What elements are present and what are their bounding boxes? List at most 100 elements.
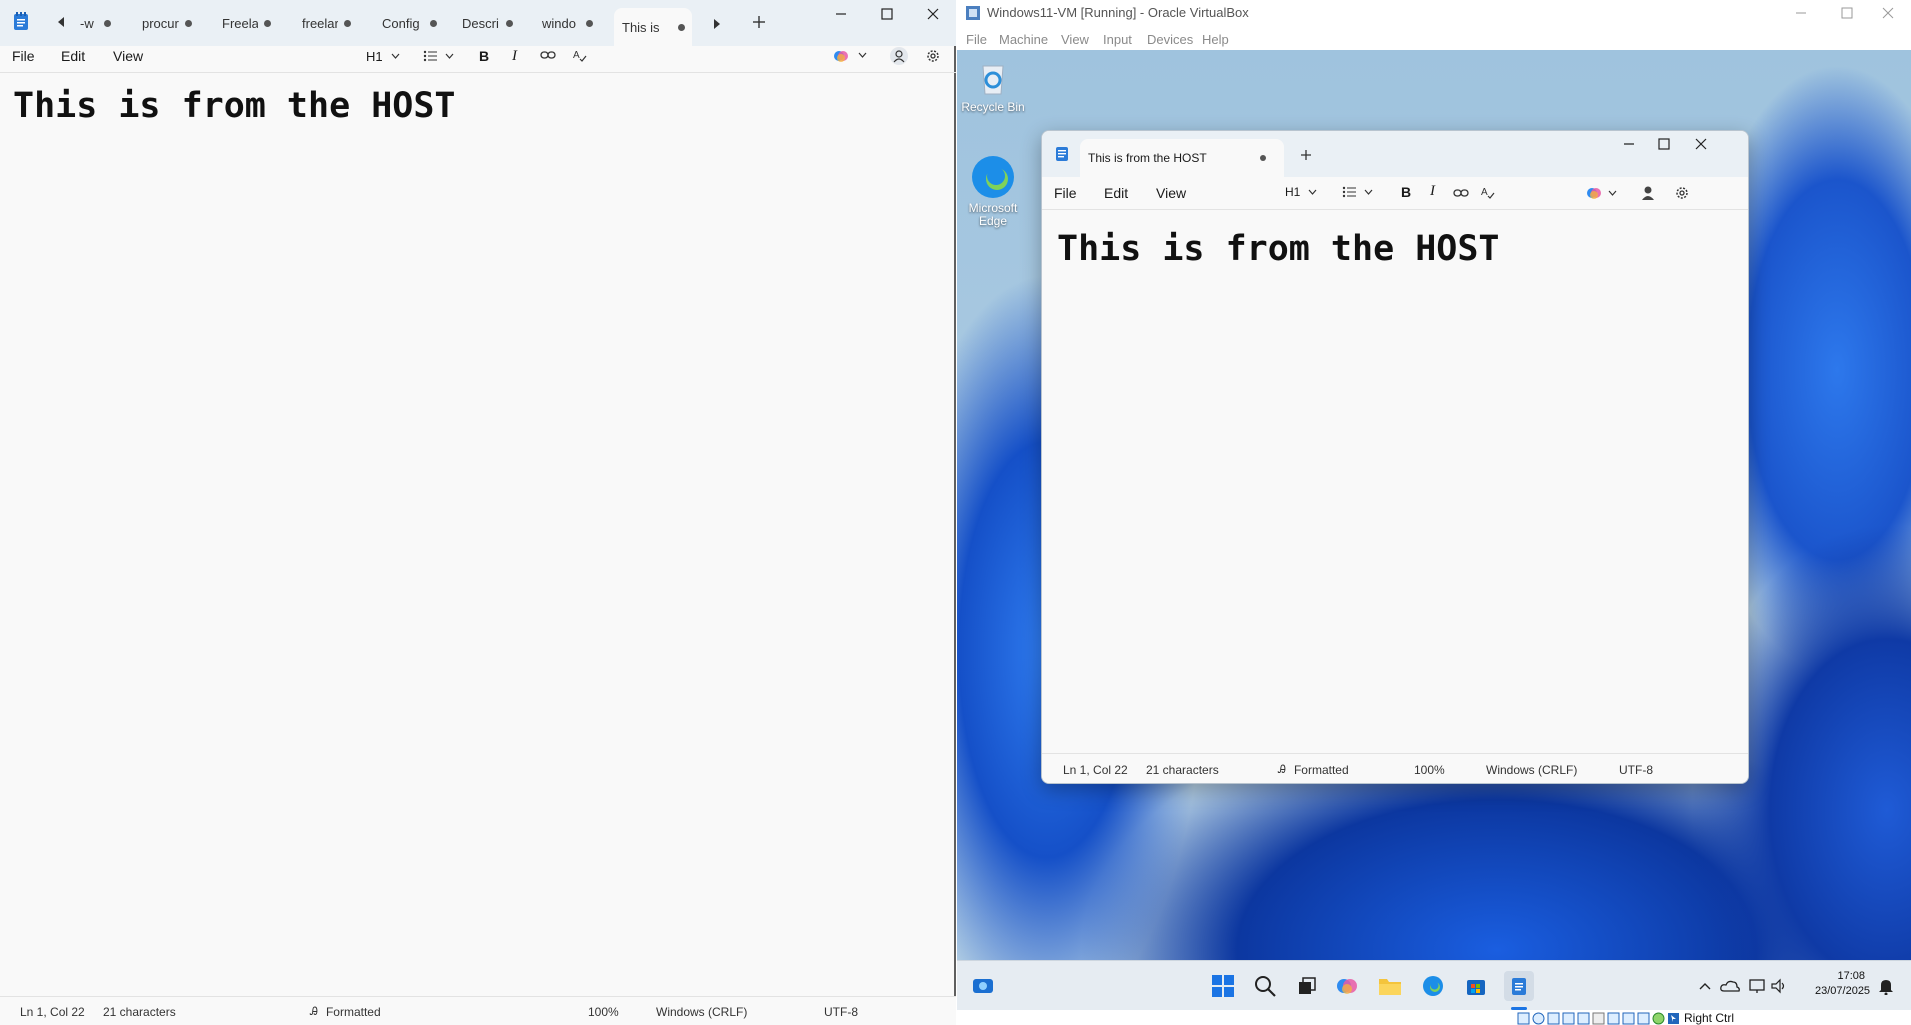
new-tab-icon[interactable] bbox=[1300, 149, 1312, 161]
link-icon[interactable] bbox=[1453, 187, 1469, 199]
unsaved-dot-icon[interactable] bbox=[430, 19, 437, 27]
heading-dropdown[interactable]: H1 bbox=[366, 46, 400, 66]
tab-item[interactable]: Descri bbox=[462, 8, 513, 38]
audio-icon[interactable] bbox=[1547, 1012, 1560, 1025]
vbox-menu-machine[interactable]: Machine bbox=[999, 32, 1048, 47]
format-toggle[interactable]: Ꭿ Formatted bbox=[1278, 763, 1349, 777]
bold-button[interactable]: B bbox=[1401, 184, 1411, 200]
optical-drive-icon[interactable] bbox=[1532, 1012, 1545, 1025]
tab-item-active[interactable]: This is from the HOST bbox=[1080, 139, 1284, 177]
status-line-ending[interactable]: Windows (CRLF) bbox=[1486, 763, 1577, 777]
hard-disk-icon[interactable] bbox=[1517, 1012, 1530, 1025]
status-encoding[interactable]: UTF-8 bbox=[1619, 763, 1653, 777]
mouse-integration-icon[interactable] bbox=[1667, 1012, 1680, 1025]
heading-dropdown[interactable]: H1 bbox=[1285, 185, 1317, 199]
desktop-icon-edge[interactable]: Microsoft Edge bbox=[957, 154, 1029, 228]
list-dropdown[interactable] bbox=[1342, 186, 1373, 198]
italic-button[interactable]: I bbox=[1430, 183, 1435, 200]
edge-icon[interactable] bbox=[1418, 971, 1448, 1001]
close-icon[interactable] bbox=[910, 0, 956, 28]
unsaved-dot-icon[interactable] bbox=[185, 19, 192, 27]
copilot-icon[interactable] bbox=[1332, 971, 1362, 1001]
minimize-icon[interactable] bbox=[1623, 138, 1635, 150]
widgets-icon[interactable] bbox=[968, 971, 998, 1001]
tab-item[interactable]: procur bbox=[142, 8, 192, 38]
tab-item[interactable]: Config bbox=[382, 8, 437, 38]
task-view-icon[interactable] bbox=[1292, 971, 1322, 1001]
maximize-icon[interactable] bbox=[1824, 0, 1870, 27]
menu-file[interactable]: File bbox=[1054, 185, 1077, 201]
menu-view[interactable]: View bbox=[1156, 185, 1186, 201]
vbox-menu-help[interactable]: Help bbox=[1202, 32, 1229, 47]
tab-item-active[interactable]: This is bbox=[614, 8, 692, 46]
menu-edit[interactable]: Edit bbox=[1104, 185, 1128, 201]
menu-view[interactable]: View bbox=[113, 48, 143, 64]
vbox-menu-view[interactable]: View bbox=[1061, 32, 1089, 47]
recording-icon[interactable] bbox=[1622, 1012, 1635, 1025]
account-icon[interactable] bbox=[889, 46, 909, 66]
chevron-down-icon[interactable] bbox=[858, 52, 867, 58]
vbox-menu-devices[interactable]: Devices bbox=[1147, 32, 1193, 47]
vbox-menu-file[interactable]: File bbox=[966, 32, 987, 47]
unsaved-dot-icon[interactable] bbox=[264, 19, 271, 27]
link-icon[interactable] bbox=[540, 49, 556, 61]
store-icon[interactable] bbox=[1461, 971, 1491, 1001]
chevron-down-icon[interactable] bbox=[1608, 190, 1617, 196]
search-icon[interactable] bbox=[1250, 971, 1280, 1001]
tab-item[interactable]: Freelar bbox=[222, 8, 271, 38]
spellcheck-icon[interactable]: A bbox=[1481, 185, 1495, 199]
minimize-icon[interactable] bbox=[818, 0, 864, 28]
new-tab-icon[interactable] bbox=[752, 15, 766, 29]
close-icon[interactable] bbox=[1865, 0, 1911, 27]
menu-file[interactable]: File bbox=[12, 48, 35, 64]
unsaved-dot-icon[interactable] bbox=[506, 19, 513, 27]
usb-icon[interactable] bbox=[1577, 1012, 1590, 1025]
start-windows-icon[interactable] bbox=[1208, 971, 1238, 1001]
italic-button[interactable]: I bbox=[512, 46, 517, 66]
settings-gear-icon[interactable] bbox=[1674, 185, 1690, 201]
tab-item[interactable]: windo bbox=[542, 8, 593, 38]
network-adapter-icon[interactable] bbox=[1562, 1012, 1575, 1025]
unsaved-dot-icon[interactable] bbox=[104, 19, 111, 27]
vbox-menu-input[interactable]: Input bbox=[1103, 32, 1132, 47]
status-encoding[interactable]: UTF-8 bbox=[824, 1005, 858, 1019]
status-zoom[interactable]: 100% bbox=[1414, 763, 1445, 777]
bold-button[interactable]: B bbox=[479, 46, 489, 66]
copilot-icon[interactable] bbox=[1586, 185, 1602, 201]
maximize-icon[interactable] bbox=[1658, 138, 1670, 150]
settings-gear-icon[interactable] bbox=[925, 48, 941, 64]
scroll-tabs-right-icon[interactable] bbox=[712, 18, 722, 30]
tab-item[interactable]: freelar bbox=[302, 8, 351, 38]
unsaved-dot-icon[interactable] bbox=[678, 23, 685, 31]
unsaved-dot-icon[interactable] bbox=[344, 19, 351, 27]
scroll-tabs-left-icon[interactable] bbox=[56, 16, 66, 28]
copilot-icon[interactable] bbox=[833, 48, 849, 64]
status-line-ending[interactable]: Windows (CRLF) bbox=[656, 1005, 747, 1019]
minimize-icon[interactable] bbox=[1778, 0, 1824, 27]
virtualization-icon[interactable] bbox=[1637, 1012, 1650, 1025]
maximize-icon[interactable] bbox=[864, 0, 910, 28]
guest-additions-icon[interactable] bbox=[1652, 1012, 1665, 1025]
status-zoom[interactable]: 100% bbox=[588, 1005, 619, 1019]
notification-bell-icon[interactable] bbox=[1871, 971, 1901, 1001]
format-toggle[interactable]: Ꭿ Formatted bbox=[310, 1005, 381, 1019]
editor-heading-text[interactable]: This is from the HOST bbox=[1057, 229, 1500, 269]
close-icon[interactable] bbox=[1695, 138, 1707, 150]
shared-folders-icon[interactable] bbox=[1592, 1012, 1605, 1025]
list-dropdown[interactable] bbox=[423, 46, 454, 66]
menu-edit[interactable]: Edit bbox=[61, 48, 85, 64]
editor-heading-text[interactable]: This is from the HOST bbox=[13, 86, 456, 126]
taskbar-clock[interactable]: 17:08 23/07/2025 bbox=[1815, 969, 1870, 999]
unsaved-dot-icon[interactable] bbox=[586, 19, 593, 27]
notepad-taskbar-icon[interactable] bbox=[1504, 971, 1534, 1001]
guest-desktop[interactable]: Recycle Bin Microsoft Edge This is from … bbox=[957, 50, 1911, 1010]
file-explorer-icon[interactable] bbox=[1375, 971, 1405, 1001]
account-icon[interactable] bbox=[1641, 185, 1655, 201]
display-icon[interactable] bbox=[1607, 1012, 1620, 1025]
unsaved-dot-icon[interactable] bbox=[1260, 155, 1266, 161]
tab-item[interactable]: -w bbox=[80, 8, 111, 38]
onedrive-icon[interactable] bbox=[1715, 971, 1745, 1001]
spellcheck-icon[interactable]: A bbox=[573, 48, 587, 62]
volume-icon[interactable] bbox=[1764, 971, 1794, 1001]
desktop-icon-recycle-bin[interactable]: Recycle Bin bbox=[957, 58, 1029, 114]
